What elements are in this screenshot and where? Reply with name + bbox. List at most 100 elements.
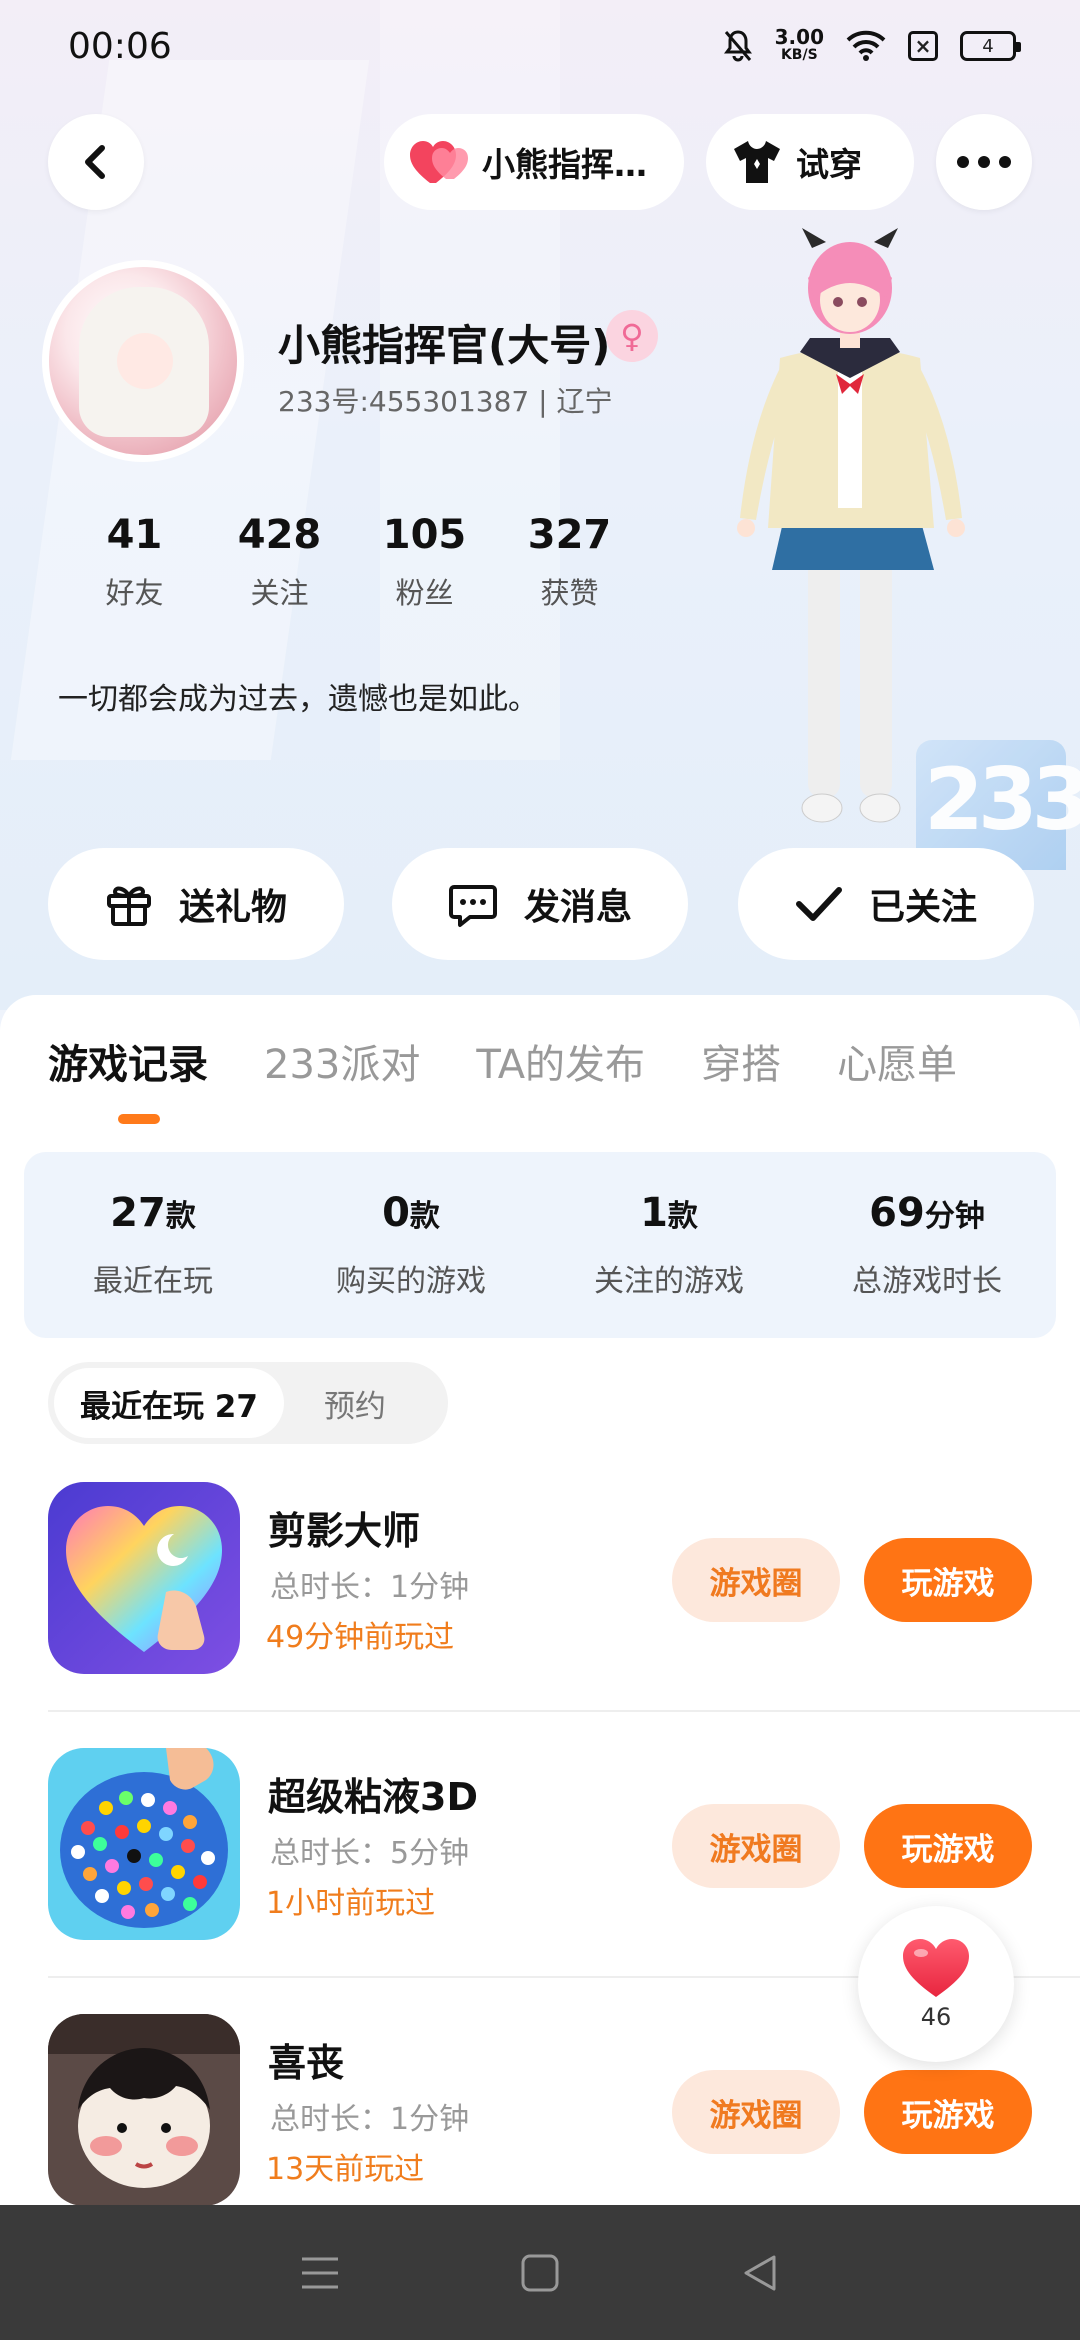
game-title: 喜丧	[268, 2041, 345, 2085]
try-on-label: 试穿	[796, 145, 862, 184]
stat-label: 获赞	[540, 576, 599, 610]
heart-icon	[903, 1939, 969, 1997]
check-icon	[795, 887, 842, 921]
summary-recent[interactable]: 27款 最近在玩	[24, 1152, 282, 1338]
tab-233-party[interactable]: 233派对	[264, 1032, 420, 1090]
pet-name-label: 小熊指挥…	[482, 145, 647, 184]
nickname: 小熊指挥官(大号)	[278, 321, 611, 370]
summary-unit: 款	[165, 1199, 196, 1234]
stat-friends[interactable]: 41 好友	[62, 512, 207, 612]
pet-name-button[interactable]: 小熊指挥…	[384, 114, 684, 210]
mute-bell-icon	[723, 29, 753, 63]
status-bar: 00:06 3.00 KB/S × 4	[0, 0, 1080, 96]
game-circle-button[interactable]: 游戏圈	[672, 2070, 840, 2154]
following-button[interactable]: 已关注	[738, 848, 1034, 960]
system-navigation-bar	[0, 2205, 1080, 2340]
game-circle-button[interactable]: 游戏圈	[672, 1804, 840, 1888]
send-message-label: 发消息	[523, 887, 632, 928]
following-label: 已关注	[868, 887, 977, 928]
battery-icon: 4	[960, 31, 1021, 61]
double-heart-icon	[410, 141, 468, 183]
game-duration: 总时长：1分钟	[270, 1570, 470, 1605]
home-square-icon	[521, 2254, 559, 2291]
game-title: 超级粘液3D	[268, 1775, 478, 1819]
segment-reserved[interactable]: 预约	[284, 1381, 386, 1426]
status-icons: 3.00 KB/S × 4	[723, 25, 1021, 64]
summary-label: 购买的游戏	[336, 1264, 486, 1299]
tab-posts[interactable]: TA的发布	[476, 1032, 645, 1090]
menu-nav-button[interactable]	[296, 2249, 344, 2297]
play-game-button[interactable]: 玩游戏	[864, 1538, 1032, 1622]
menu-icon	[302, 2257, 338, 2288]
stat-likes[interactable]: 327 获赞	[497, 512, 642, 612]
try-on-button[interactable]: 试穿	[706, 114, 914, 210]
summary-label: 总游戏时长	[852, 1264, 1002, 1299]
tab-wishlist[interactable]: 心愿单	[837, 1032, 957, 1090]
more-dots-icon	[957, 156, 1011, 168]
game-filter-segment: 最近在玩 27 预约	[48, 1362, 448, 1444]
profile-tabs: 游戏记录 233派对 TA的发布 穿搭 心愿单	[48, 1032, 1013, 1090]
summary-value: 27	[110, 1190, 166, 1236]
stat-fans[interactable]: 105 粉丝	[352, 512, 497, 612]
wifi-icon	[846, 30, 886, 62]
summary-purchased[interactable]: 0款 购买的游戏	[282, 1152, 540, 1338]
avatar-image	[49, 267, 237, 455]
summary-value: 0	[382, 1190, 410, 1236]
bio: 一切都会成为过去，遗憾也是如此。	[58, 682, 538, 717]
stat-label: 关注	[250, 576, 309, 610]
game-icon-super-slime[interactable]	[48, 1748, 240, 1940]
send-message-button[interactable]: 发消息	[392, 848, 688, 960]
summary-label: 关注的游戏	[594, 1264, 744, 1299]
game-last-played: 13天前玩过	[266, 2152, 425, 2187]
stat-value: 105	[382, 512, 467, 558]
tab-outfits[interactable]: 穿搭	[701, 1032, 781, 1090]
tab-game-records[interactable]: 游戏记录	[48, 1032, 208, 1090]
back-triangle-icon	[744, 2255, 776, 2290]
summary-total-time[interactable]: 69分钟 总游戏时长	[798, 1152, 1056, 1338]
message-icon	[448, 885, 497, 927]
play-game-button[interactable]: 玩游戏	[864, 2070, 1032, 2154]
floating-like-button[interactable]: 46	[858, 1906, 1014, 2062]
summary-unit: 款	[409, 1199, 440, 1234]
like-count: 46	[920, 2003, 952, 2031]
stat-following[interactable]: 428 关注	[207, 512, 352, 612]
play-game-button[interactable]: 玩游戏	[864, 1804, 1032, 1888]
gift-icon	[106, 886, 151, 926]
network-speed: 3.00 KB/S	[774, 25, 824, 63]
avatar[interactable]	[42, 260, 244, 462]
avatar-character-figure[interactable]	[720, 228, 990, 858]
segment-recent[interactable]: 最近在玩 27	[54, 1368, 284, 1438]
game-last-played: 1小时前玩过	[266, 1886, 436, 1921]
stat-label: 好友	[105, 576, 164, 610]
stat-value: 327	[527, 512, 612, 558]
gender-female-icon: ♀	[606, 310, 658, 362]
game-duration: 总时长：1分钟	[270, 2102, 470, 2137]
home-nav-button[interactable]	[516, 2249, 564, 2297]
summary-label: 最近在玩	[93, 1264, 213, 1299]
back-arrow-icon	[85, 145, 105, 179]
stat-value: 428	[237, 512, 322, 558]
send-gift-label: 送礼物	[178, 887, 287, 928]
stat-label: 粉丝	[395, 576, 454, 610]
status-time: 00:06	[68, 26, 172, 67]
divider	[48, 1710, 1080, 1712]
game-last-played: 49分钟前玩过	[266, 1620, 455, 1655]
active-tab-indicator	[118, 1114, 160, 1124]
summary-unit: 款	[667, 1199, 698, 1234]
summary-followed[interactable]: 1款 关注的游戏	[540, 1152, 798, 1338]
game-circle-button[interactable]: 游戏圈	[672, 1538, 840, 1622]
game-icon-silhouette-master[interactable]	[48, 1482, 240, 1674]
summary-unit: 分钟	[924, 1199, 985, 1234]
game-title: 剪影大师	[268, 1509, 421, 1553]
profile-stats: 41 好友 428 关注 105 粉丝 327 获赞	[62, 512, 642, 612]
back-nav-button[interactable]	[736, 2249, 784, 2297]
tshirt-icon	[734, 141, 780, 183]
user-id-location: 233号:455301387 | 辽宁	[278, 385, 613, 418]
more-button[interactable]	[936, 114, 1032, 210]
summary-value: 69	[869, 1190, 925, 1236]
game-row[interactable]: 剪影大师 总时长：1分钟 49分钟前玩过 游戏圈 玩游戏	[48, 1482, 1080, 1674]
game-summary: 27款 最近在玩 0款 购买的游戏 1款 关注的游戏 69分钟 总游戏时长	[24, 1152, 1056, 1338]
game-icon-xisang[interactable]	[48, 2014, 240, 2206]
back-button[interactable]	[48, 114, 144, 210]
send-gift-button[interactable]: 送礼物	[48, 848, 344, 960]
